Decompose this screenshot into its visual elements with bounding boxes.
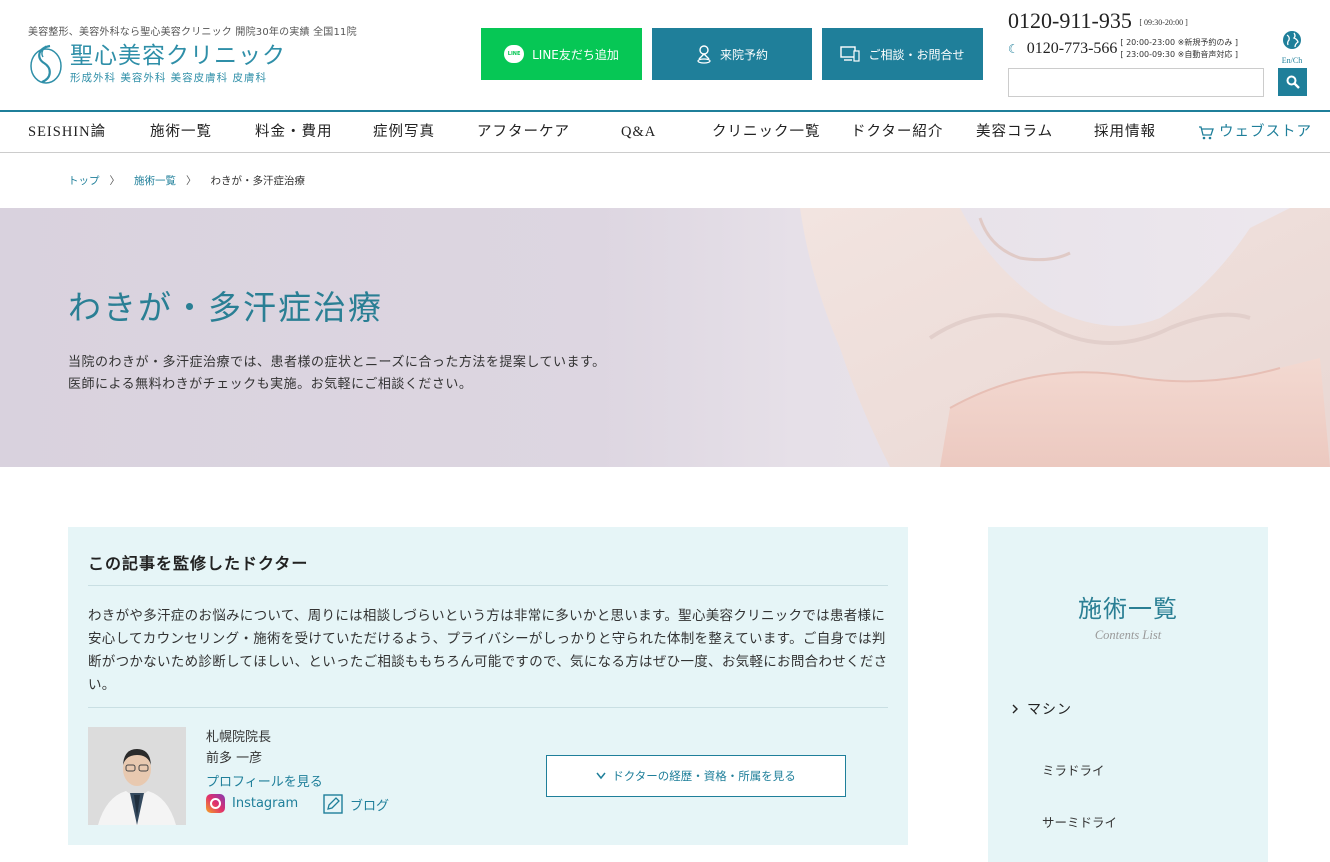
phone-main-number: 0120-911-935 [1008,8,1132,33]
hero-description-line: 当院のわきが・多汗症治療では、患者様の症状とニーズに合った方法を提案しています。 [68,355,606,370]
logo-sub: 形成外科 美容外科 美容皮膚科 皮膚科 [70,72,268,84]
sidebar-item-thermidry[interactable]: サーミドライ [1042,812,1117,831]
career-button-label: ドクターの経歴・資格・所属を見る [612,769,796,783]
doctor-profile-link[interactable]: プロフィールを見る [206,771,323,790]
breadcrumb-separator: 〉 [109,175,121,187]
doctor-name: 前多 一彦 [206,751,263,766]
nav-item-column[interactable]: 美容コラム [976,112,1053,153]
breadcrumb: トップ 〉 施術一覧 〉 わきが・多汗症治療 [68,173,305,188]
language-label: En/Ch [1281,56,1303,65]
phone-main-hours: [ 09:30-20:00 ] [1139,18,1188,28]
phone-main[interactable]: 0120-911-935 [ 09:30-20:00 ] [1008,8,1188,34]
nav-item-seishin[interactable]: SEISHIN論 [28,112,106,153]
divider [88,707,888,708]
person-pin-icon [697,45,711,64]
sidebar-category-machine[interactable]: マシン [1012,699,1072,719]
sidebar-category-label: マシン [1027,703,1072,718]
devices-icon [840,46,861,62]
doctor-career-button[interactable]: ドクターの経歴・資格・所属を見る [546,755,846,797]
site-logo[interactable]: 聖心美容クリニック 形成外科 美容外科 美容皮膚科 皮膚科 [28,42,286,86]
breadcrumb-top[interactable]: トップ [68,173,100,188]
consult-button-label: ご相談・お問合せ [868,47,965,62]
supervisor-message: わきがや多汗症のお悩みについて、周りには相談しづらいという方は非常に多いかと思い… [88,608,888,693]
search-input[interactable] [1008,68,1264,97]
instagram-label: Instagram [232,796,299,811]
doctor-portrait-image [88,727,186,825]
phone-night-note: [ 20:00-23:00 ※新規予約のみ ] [1120,38,1238,47]
search-button[interactable] [1278,68,1307,96]
logo-mark-icon [30,44,62,84]
nav-item-prices[interactable]: 料金・費用 [255,112,333,153]
doctor-blog-link[interactable]: ブログ [323,794,389,814]
doctor-role: 札幌院院長 [206,730,272,745]
nav-item-qa[interactable]: Q&A [621,112,656,153]
site-header: 美容整形、美容外科なら聖心美容クリニック 開院30年の実績 全国11院 聖心美容… [0,0,1330,110]
nav-item-recruit[interactable]: 採用情報 [1094,112,1156,153]
logo-name: 聖心美容クリニック [70,43,286,68]
line-add-friend-button[interactable]: LINE LINE友だち追加 [481,28,642,80]
webstore-label: ウェブストア [1219,124,1312,140]
reserve-button-label: 来院予約 [719,47,768,62]
chevron-right-icon [1012,704,1018,714]
doctor-photo [88,727,186,825]
breadcrumb-treatments[interactable]: 施術一覧 [134,173,176,188]
instagram-icon [206,794,225,813]
phone-night[interactable]: ☾ 0120-773-566 [ 20:00-23:00 ※新規予約のみ ] [… [1008,37,1238,61]
chevron-down-icon [596,772,606,780]
divider [88,585,888,586]
sidebar-treatment-list: 施術一覧 Contents List マシン ミラドライ サーミドライ [988,527,1268,862]
hero-banner: わきが・多汗症治療 当院のわきが・多汗症治療では、患者様の症状とニーズに合った方… [0,208,1330,467]
global-nav: SEISHIN論 施術一覧 料金・費用 症例写真 アフターケア Q&A クリニッ… [0,110,1330,153]
hero-description-line: 医師による無料わきがチェックも実施。お気軽にご相談ください。 [68,377,473,392]
header-tagline: 美容整形、美容外科なら聖心美容クリニック 開院30年の実績 全国11院 [28,27,357,38]
pen-icon [323,794,343,814]
nav-item-clinics[interactable]: クリニック一覧 [712,112,821,153]
breadcrumb-separator: 〉 [186,175,197,187]
nav-item-treatments[interactable]: 施術一覧 [150,112,212,153]
reserve-button[interactable]: 来院予約 [652,28,812,80]
sidebar-item-miradry[interactable]: ミラドライ [1042,760,1105,779]
nav-item-webstore[interactable]: ウェブストア [1198,112,1312,153]
phone-night-number: 0120-773-566 [1026,40,1118,57]
sidebar-title: 施術一覧 [1078,597,1178,623]
breadcrumb-current: わきが・多汗症治療 [210,175,306,187]
cart-icon [1199,126,1214,140]
nav-item-cases[interactable]: 症例写真 [373,112,435,153]
sidebar-subtitle: Contents List [1094,628,1162,642]
phone-night-note: [ 23:00-09:30 ※自動音声対応 ] [1120,50,1238,59]
nav-item-aftercare[interactable]: アフターケア [477,112,570,153]
doctor-instagram-link[interactable]: Instagram [206,794,298,813]
hero-description: 当院のわきが・多汗症治療では、患者様の症状とニーズに合った方法を提案しています。… [68,352,606,396]
supervisor-heading: この記事を監修したドクター [88,556,309,573]
line-button-label: LINE友だち追加 [532,47,619,62]
language-switch[interactable]: En/Ch [1279,30,1305,65]
globe-icon [1283,31,1301,49]
moon-icon: ☾ [1008,42,1019,56]
hero-underarm-image [800,208,1330,467]
search-icon [1286,75,1300,89]
nav-item-doctors[interactable]: ドクター紹介 [851,112,943,153]
page-title: わきが・多汗症治療 [68,291,383,327]
supervising-doctor-panel: この記事を監修したドクター わきがや多汗症のお悩みについて、周りには相談しづらい… [68,527,908,845]
line-icon: LINE [504,45,525,63]
consult-button[interactable]: ご相談・お問合せ [822,28,983,80]
blog-label: ブログ [350,798,390,814]
